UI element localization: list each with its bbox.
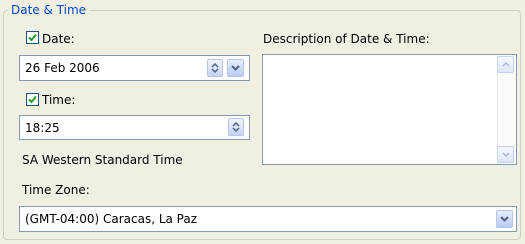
check-icon <box>28 95 37 104</box>
date-picker[interactable]: 26 Feb 2006 <box>19 55 250 81</box>
description-label: Description of Date & Time: <box>263 32 430 46</box>
date-value[interactable]: 26 Feb 2006 <box>25 61 100 75</box>
time-zone-dropdown-button[interactable] <box>496 210 513 228</box>
zone-name-text: SA Western Standard Time <box>22 153 183 167</box>
time-spin-button[interactable] <box>228 118 244 136</box>
scroll-up-arrow-icon <box>501 62 510 67</box>
date-dropdown-button[interactable] <box>227 59 244 77</box>
description-textarea[interactable] <box>262 54 517 165</box>
chevron-down-icon <box>231 65 240 71</box>
date-label: Date: <box>42 32 75 46</box>
up-down-arrows-icon <box>232 121 240 133</box>
time-zone-value[interactable]: (GMT-04:00) Caracas, La Paz <box>25 212 197 226</box>
time-label: Time: <box>42 93 76 107</box>
date-checkbox[interactable] <box>26 31 39 44</box>
scroll-up-button[interactable] <box>497 56 514 73</box>
time-zone-label: Time Zone: <box>22 183 90 197</box>
scroll-down-arrow-icon <box>501 152 510 157</box>
check-icon <box>28 33 37 42</box>
time-picker[interactable]: 18:25 <box>19 115 250 140</box>
time-value[interactable]: 18:25 <box>25 121 60 135</box>
time-checkbox[interactable] <box>26 93 39 106</box>
time-zone-select[interactable]: (GMT-04:00) Caracas, La Paz <box>19 206 517 232</box>
group-title: Date & Time <box>8 3 90 17</box>
date-spin-button[interactable] <box>207 59 223 77</box>
up-down-arrows-icon <box>211 62 219 74</box>
scroll-down-button[interactable] <box>497 146 514 163</box>
chevron-down-icon <box>500 216 509 222</box>
